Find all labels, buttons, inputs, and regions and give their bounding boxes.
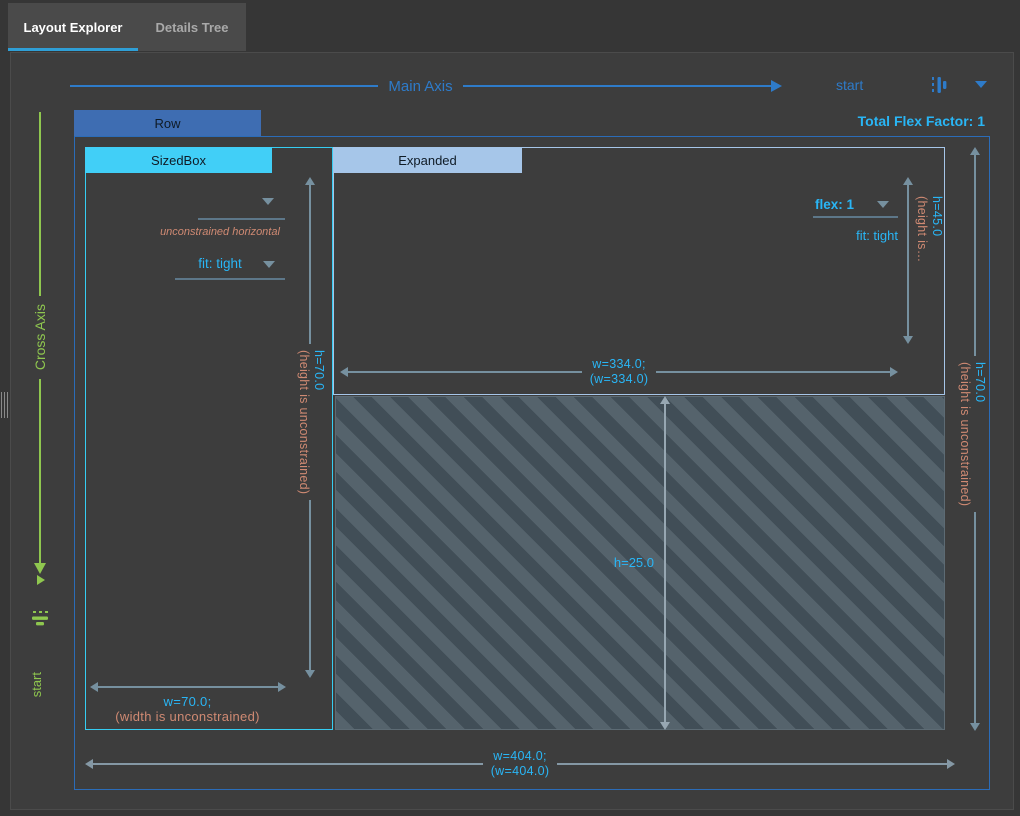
sizedbox-height-annotation: h=70.0 (height is unconstrained): [295, 344, 327, 500]
row-widget-header[interactable]: Row: [74, 110, 261, 136]
row-widget-title: Row: [154, 116, 180, 131]
row-width-arrowhead-left: [85, 759, 93, 769]
sizedbox-flex-dropdown-caret[interactable]: [262, 198, 274, 205]
row-width-value2: (w=404.0): [491, 764, 550, 779]
panel-divider-handle[interactable]: [1, 392, 8, 418]
row-height-constraint: (height is unconstrained): [957, 362, 972, 506]
free-space-arrowhead-top: [660, 396, 670, 404]
sizedbox-width-arrow: [90, 679, 286, 695]
sizedbox-height-value: h=70.0: [311, 350, 326, 494]
sizedbox-fit-dropdown-caret[interactable]: [263, 261, 275, 268]
main-axis-line-left: [70, 85, 378, 87]
sizedbox-width-arrowhead-left: [90, 682, 98, 692]
expanded-height-annotation: h=45.0 (height is…: [914, 196, 944, 263]
sizedbox-width-constraint: (width is unconstrained): [75, 709, 300, 724]
sizedbox-fit-dropdown-value[interactable]: fit: tight: [180, 256, 260, 271]
main-axis-alignment-value[interactable]: start: [836, 77, 896, 93]
expanded-width-line-left: [348, 371, 582, 373]
active-tab-indicator: [8, 48, 138, 51]
expanded-width-annotation: w=334.0; (w=334.0): [582, 357, 657, 387]
sizedbox-widget-title: SizedBox: [151, 153, 206, 168]
total-flex-factor-label: Total Flex Factor: 1: [680, 113, 985, 129]
free-space-line: [664, 404, 666, 722]
cross-axis-arrowhead: [34, 563, 46, 574]
cross-axis-arrow: Cross Axis: [31, 112, 49, 574]
expanded-height-arrowhead-bottom: [903, 336, 913, 344]
sizedbox-constraint-hint: unconstrained horizontal: [145, 226, 295, 238]
expanded-height-line: [907, 185, 909, 336]
free-space-height-annotation: h=25.0: [592, 555, 654, 570]
row-width-arrow: w=404.0; (w=404.0): [85, 745, 955, 783]
tab-bar: Layout Explorer Details Tree: [8, 3, 246, 51]
row-width-line-left: [93, 763, 483, 765]
expanded-fit-label: fit: tight: [830, 228, 898, 243]
cross-axis-label: Cross Axis: [32, 296, 48, 378]
cross-axis-alignment-icon[interactable]: [29, 607, 51, 629]
tab-details-tree-label: Details Tree: [156, 20, 229, 35]
expanded-flex-dropdown-value[interactable]: flex: 1: [815, 197, 870, 212]
expanded-widget-title: Expanded: [398, 153, 457, 168]
row-height-arrowhead-top: [970, 147, 980, 155]
main-axis-label: Main Axis: [378, 78, 462, 95]
sizedbox-height-arrowhead-top: [305, 177, 315, 185]
main-axis-arrowhead: [771, 80, 782, 92]
expanded-height-value: h=45.0: [929, 196, 944, 263]
expanded-width-line-right: [656, 371, 890, 373]
row-width-annotation: w=404.0; (w=404.0): [483, 749, 558, 779]
tab-details-tree[interactable]: Details Tree: [138, 3, 246, 51]
main-axis-arrow: Main Axis: [70, 77, 782, 95]
sizedbox-width-arrowhead-right: [278, 682, 286, 692]
tab-layout-explorer[interactable]: Layout Explorer: [8, 3, 138, 51]
free-space-arrowhead-bottom: [660, 722, 670, 730]
main-axis-alignment-icon[interactable]: [928, 74, 950, 96]
sizedbox-width-value: w=70.0;: [75, 694, 300, 709]
main-axis-line-right: [463, 85, 771, 87]
expanded-width-value: w=334.0;: [590, 357, 649, 372]
sizedbox-height-arrowhead-bottom: [305, 670, 315, 678]
sizedbox-height-constraint: (height is unconstrained): [296, 350, 311, 494]
free-space-height-arrow: [658, 396, 672, 730]
expanded-width-arrowhead-right: [890, 367, 898, 377]
row-height-value: h=70.0: [972, 362, 987, 506]
expanded-width-value2: (w=334.0): [590, 372, 649, 387]
cross-axis-alignment-dropdown-caret[interactable]: [37, 575, 45, 585]
expanded-height-arrow: [901, 177, 915, 344]
main-axis-alignment-dropdown-caret[interactable]: [975, 81, 987, 88]
row-width-line-right: [557, 763, 947, 765]
expanded-flex-dropdown-underline[interactable]: [813, 216, 898, 218]
layout-explorer-screen: Layout Explorer Details Tree Main Axis s…: [0, 0, 1020, 816]
sizedbox-widget-header[interactable]: SizedBox: [85, 147, 272, 173]
row-height-annotation: h=70.0 (height is unconstrained): [956, 356, 988, 512]
tab-layout-explorer-label: Layout Explorer: [24, 20, 123, 35]
sizedbox-width-annotation: w=70.0; (width is unconstrained): [75, 694, 300, 724]
sizedbox-fit-dropdown-underline[interactable]: [175, 278, 285, 280]
row-width-value: w=404.0;: [491, 749, 550, 764]
row-height-arrowhead-bottom: [970, 723, 980, 731]
expanded-flex-dropdown-caret[interactable]: [877, 201, 889, 208]
cross-axis-alignment-value[interactable]: start: [29, 672, 44, 697]
expanded-height-arrowhead-top: [903, 177, 913, 185]
cross-axis-line-bottom: [39, 379, 41, 563]
expanded-width-arrowhead-left: [340, 367, 348, 377]
sizedbox-width-line: [98, 686, 278, 688]
sizedbox-flex-dropdown-underline[interactable]: [198, 218, 285, 220]
expanded-widget-header[interactable]: Expanded: [333, 147, 522, 173]
expanded-height-constraint: (height is…: [914, 196, 929, 263]
expanded-width-arrow: w=334.0; (w=334.0): [340, 353, 898, 391]
cross-axis-line-top: [39, 112, 41, 296]
row-width-arrowhead-right: [947, 759, 955, 769]
